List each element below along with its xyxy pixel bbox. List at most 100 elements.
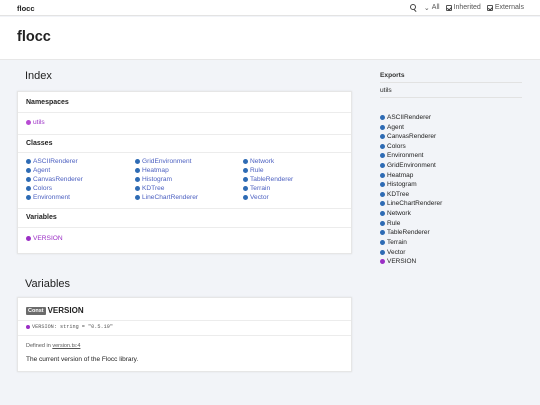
inherited-label: Inherited xyxy=(453,4,481,11)
member-name: VERSION xyxy=(47,306,84,315)
link-label: utils xyxy=(33,119,45,126)
sidebar-item-label: TableRenderer xyxy=(387,229,430,236)
sidebar-item-label: Agent xyxy=(387,124,404,131)
sidebar-item-tablerenderer[interactable]: TableRenderer xyxy=(380,229,430,236)
class-link-kdtree[interactable]: KDTree xyxy=(135,185,164,192)
inherited-toggle[interactable]: Inherited xyxy=(445,4,481,11)
class-link-colors[interactable]: Colors xyxy=(26,185,52,192)
sidebar-item-gridenvironment[interactable]: GridEnvironment xyxy=(380,162,436,169)
class-icon xyxy=(380,163,385,168)
variable-icon xyxy=(26,325,30,329)
sidebar-item-histogram[interactable]: Histogram xyxy=(380,181,417,188)
externals-toggle[interactable]: Externals xyxy=(486,4,524,11)
sidebar-item-canvasrenderer[interactable]: CanvasRenderer xyxy=(380,133,436,140)
class-link-terrain[interactable]: Terrain xyxy=(243,185,270,192)
sidebar-item-environment[interactable]: Environment xyxy=(380,152,424,159)
class-link-agent[interactable]: Agent xyxy=(26,167,50,174)
sidebar-item-heatmap[interactable]: Heatmap xyxy=(380,172,413,179)
index-card: Namespaces utils Classes ASCIIRenderer A… xyxy=(17,91,352,254)
class-icon xyxy=(380,182,385,187)
class-icon xyxy=(135,177,140,182)
sidebar-item-label: Colors xyxy=(387,143,406,150)
sidebar-item-agent[interactable]: Agent xyxy=(380,124,404,131)
link-label: Vector xyxy=(250,194,269,201)
class-icon xyxy=(380,115,385,120)
defined-in: Defined in version.ts:4 xyxy=(26,343,80,349)
link-label: CanvasRenderer xyxy=(33,176,83,183)
class-icon xyxy=(26,159,31,164)
divider xyxy=(380,97,522,98)
class-icon xyxy=(243,195,248,200)
class-icon xyxy=(380,240,385,245)
sidebar-item-network[interactable]: Network xyxy=(380,210,411,217)
source-link[interactable]: version.ts:4 xyxy=(52,343,80,349)
visibility-filter-select[interactable]: ⌄ All xyxy=(424,4,440,12)
exports-label: Exports xyxy=(380,72,405,79)
variable-link-version[interactable]: VERSION xyxy=(26,235,63,242)
sidebar-item-label: Vector xyxy=(387,249,406,256)
top-toolbar: flocc ⌄ All Inherited Externals xyxy=(0,0,540,16)
signature-text: VERSION: string = "0.5.19" xyxy=(32,324,113,330)
link-label: KDTree xyxy=(142,185,165,192)
class-icon xyxy=(380,221,385,226)
class-link-vector[interactable]: Vector xyxy=(243,194,269,201)
sidebar-item-vector[interactable]: Vector xyxy=(380,249,405,256)
class-icon xyxy=(243,168,248,173)
divider xyxy=(18,208,351,209)
class-link-asciirenderer[interactable]: ASCIIRenderer xyxy=(26,158,78,165)
variables-heading: Variables xyxy=(25,278,71,290)
class-link-heatmap[interactable]: Heatmap xyxy=(135,167,169,174)
sidebar-item-label: Terrain xyxy=(387,239,407,246)
class-icon xyxy=(380,153,385,158)
sidebar-current-utils[interactable]: utils xyxy=(380,87,392,94)
chevron-down-icon: ⌄ xyxy=(423,4,430,12)
link-label: ASCIIRenderer xyxy=(33,158,78,165)
index-heading: Index xyxy=(25,70,52,82)
class-icon xyxy=(26,186,31,191)
page-header: flocc xyxy=(0,17,540,60)
sidebar-item-colors[interactable]: Colors xyxy=(380,143,406,150)
class-icon xyxy=(380,250,385,255)
class-link-environment[interactable]: Environment xyxy=(26,194,70,201)
class-link-gridenvironment[interactable]: GridEnvironment xyxy=(135,158,191,165)
link-label: GridEnvironment xyxy=(142,158,192,165)
class-icon xyxy=(135,195,140,200)
class-link-network[interactable]: Network xyxy=(243,158,274,165)
class-link-histogram[interactable]: Histogram xyxy=(135,176,172,183)
checkbox-checked-icon xyxy=(486,4,493,11)
sidebar-item-version[interactable]: VERSION xyxy=(380,258,416,265)
namespace-link-utils[interactable]: utils xyxy=(26,119,45,126)
sidebar-item-asciirenderer[interactable]: ASCIIRenderer xyxy=(380,114,431,121)
divider xyxy=(18,112,351,113)
sidebar-item-terrain[interactable]: Terrain xyxy=(380,239,407,246)
variable-card-version: Const VERSION VERSION: string = "0.5.19"… xyxy=(17,297,352,372)
checkbox-checked-icon xyxy=(445,4,452,11)
link-label: VERSION xyxy=(33,235,63,242)
sidebar-item-label: Environment xyxy=(387,152,424,159)
class-icon xyxy=(243,177,248,182)
sidebar-item-label: CanvasRenderer xyxy=(387,133,437,140)
link-label: Agent xyxy=(33,167,51,174)
class-icon xyxy=(380,201,385,206)
search-icon[interactable] xyxy=(409,3,418,12)
sidebar-item-kdtree[interactable]: KDTree xyxy=(380,191,409,198)
class-link-tablerenderer[interactable]: TableRenderer xyxy=(243,176,293,183)
class-link-canvasrenderer[interactable]: CanvasRenderer xyxy=(26,176,83,183)
const-badge: Const xyxy=(26,306,46,315)
namespace-icon xyxy=(26,120,31,125)
link-label: Rule xyxy=(250,167,264,174)
class-icon xyxy=(380,230,385,235)
link-label: Histogram xyxy=(142,176,173,183)
sidebar-item-linechartrenderer[interactable]: LineChartRenderer xyxy=(380,200,442,207)
sidebar-item-rule[interactable]: Rule xyxy=(380,220,400,227)
variable-icon xyxy=(380,259,385,264)
defined-in-prefix: Defined in xyxy=(26,343,51,349)
class-link-linechartrenderer[interactable]: LineChartRenderer xyxy=(135,194,198,201)
sidebar-item-label: Rule xyxy=(387,220,401,227)
brand-link[interactable]: flocc xyxy=(17,4,35,13)
class-link-rule[interactable]: Rule xyxy=(243,167,264,174)
divider xyxy=(18,134,351,135)
class-icon xyxy=(380,144,385,149)
variables-title: Variables xyxy=(26,214,57,221)
class-icon xyxy=(243,159,248,164)
